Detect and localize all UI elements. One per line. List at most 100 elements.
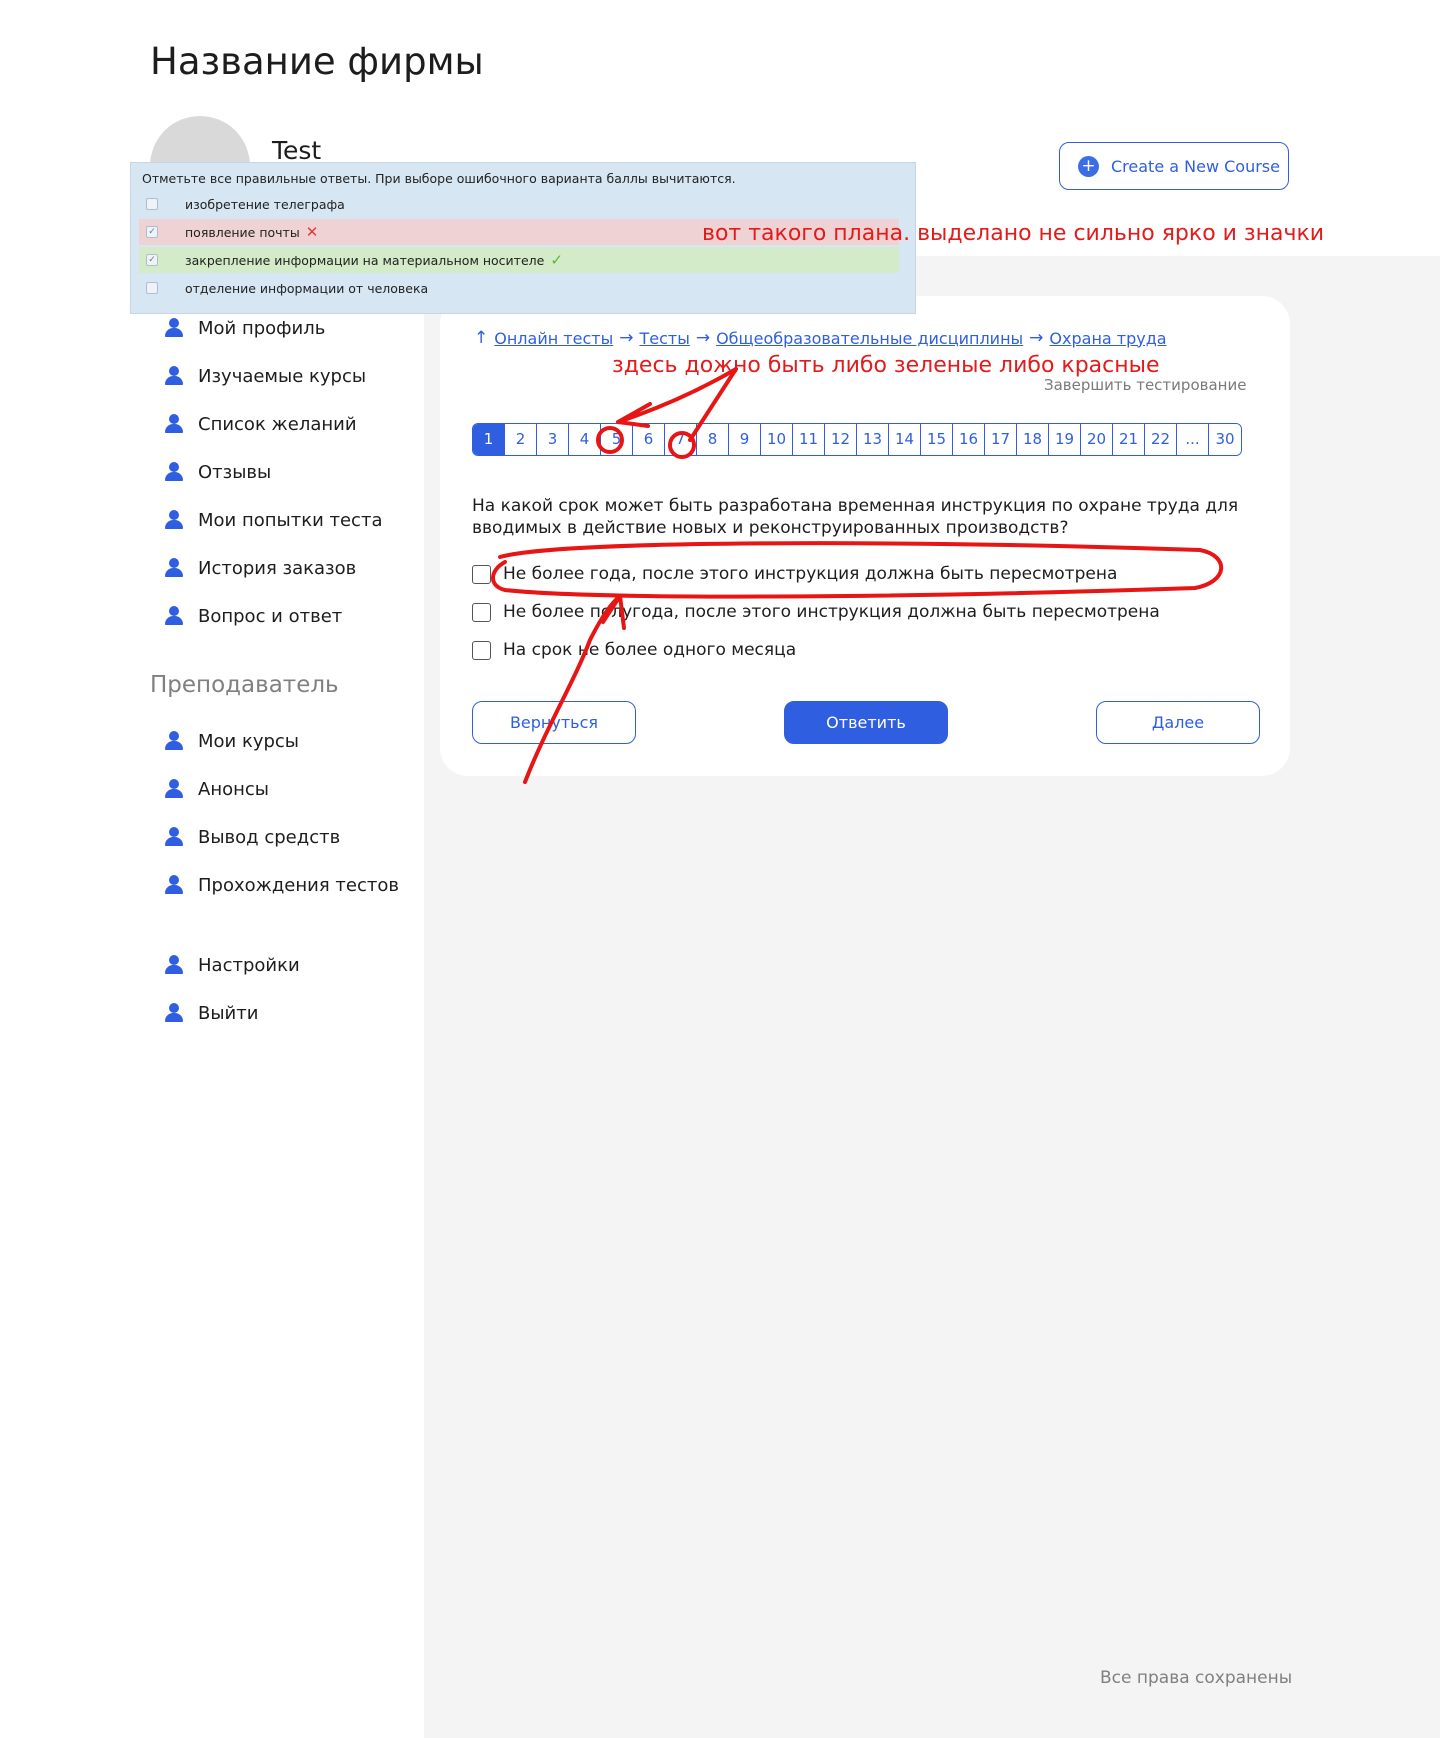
username: Test [272, 136, 322, 165]
sidebar-item-label: Вывод средств [198, 826, 341, 848]
sidebar-item-label: Мои попытки теста [198, 509, 383, 531]
next-button[interactable]: Далее [1096, 701, 1260, 744]
answer-option[interactable]: На срок не более одного месяца [472, 638, 796, 662]
overlay-hint: Отметьте все правильные ответы. При выбо… [142, 171, 736, 186]
page-button[interactable]: 17 [985, 424, 1017, 455]
sidebar-item-label: История заказов [198, 557, 357, 579]
answer-option[interactable]: Не более полугода, после этого инструкци… [472, 600, 1160, 624]
page-button[interactable]: 2 [505, 424, 537, 455]
footer-copyright: Все права сохранены [1100, 1668, 1293, 1688]
page-button[interactable]: 12 [825, 424, 857, 455]
page-button[interactable]: 5 [601, 424, 633, 455]
page-button[interactable]: 7 [665, 424, 697, 455]
user-icon [164, 462, 184, 482]
overlay-option-label: появление почты [185, 224, 300, 240]
breadcrumb: ↑ Онлайн тесты → Тесты → Общеобразовательные … [474, 328, 1167, 348]
breadcrumb-link[interactable]: Тесты [639, 329, 689, 348]
sidebar-item[interactable]: Список желаний [164, 412, 357, 436]
overlay-option-label: отделение информации от человека [185, 280, 429, 296]
page-button[interactable]: 22 [1145, 424, 1177, 455]
user-icon [164, 558, 184, 578]
sidebar-item-teacher[interactable]: Анонсы [164, 777, 269, 801]
page-button[interactable]: 11 [793, 424, 825, 455]
arrow-right-icon: → [695, 328, 711, 348]
user-icon [164, 875, 184, 895]
sidebar-item[interactable]: Отзывы [164, 460, 271, 484]
page-button[interactable]: 8 [697, 424, 729, 455]
arrow-right-icon: → [619, 328, 634, 348]
arrow-up-icon: ↑ [474, 328, 489, 348]
answer-checkbox[interactable] [472, 602, 491, 622]
finish-test-link[interactable]: Завершить тестирование [1044, 376, 1246, 394]
sidebar-item-label: Прохождения тестов [198, 874, 399, 896]
annotation-note-pager: здесь дожно быть либо зеленые либо красн… [612, 353, 1160, 378]
page-button[interactable]: 18 [1017, 424, 1049, 455]
user-icon [164, 1003, 184, 1023]
page-button[interactable]: 6 [633, 424, 665, 455]
sidebar-item[interactable]: Мой профиль [164, 316, 325, 340]
user-icon [164, 318, 184, 338]
overlay-option-label: изобретение телеграфа [185, 196, 345, 212]
arrow-right-icon: → [1029, 328, 1044, 348]
page-button[interactable]: 21 [1113, 424, 1145, 455]
sidebar-item[interactable]: История заказов [164, 556, 356, 580]
overlay-checkbox [146, 198, 158, 210]
sidebar-item-label: Отзывы [198, 461, 272, 483]
page-button[interactable]: 4 [569, 424, 601, 455]
page-button[interactable]: 14 [889, 424, 921, 455]
create-course-button[interactable]: + Create a New Course [1059, 142, 1289, 190]
breadcrumb-link[interactable]: Охрана труда [1049, 329, 1166, 348]
overlay-checkbox [146, 282, 158, 294]
page-button[interactable]: 1 [473, 424, 505, 455]
breadcrumb-link[interactable]: Онлайн тесты [494, 329, 613, 348]
answer-option[interactable]: Не более года, после этого инструкция до… [472, 562, 1117, 586]
sidebar-item[interactable]: Вопрос и ответ [164, 604, 342, 628]
sidebar-item-label: Анонсы [198, 778, 269, 800]
sidebar-item-account[interactable]: Выйти [164, 1001, 258, 1025]
page-button[interactable]: 20 [1081, 424, 1113, 455]
sidebar-item-label: Мой профиль [198, 317, 326, 339]
sidebar-item-teacher[interactable]: Мои курсы [164, 729, 299, 753]
answer-checkbox[interactable] [472, 640, 491, 660]
sidebar-item[interactable]: Мои попытки теста [164, 508, 382, 532]
sidebar-item-teacher[interactable]: Вывод средств [164, 825, 340, 849]
overlay-option: изобретение телеграфа [139, 191, 899, 217]
answer-button[interactable]: Ответить [784, 701, 948, 744]
user-icon [164, 731, 184, 751]
teacher-heading: Преподаватель [150, 672, 339, 698]
page-button[interactable]: 30 [1209, 424, 1241, 455]
overlay-option-label: закрепление информации на материальном н… [185, 252, 545, 268]
sidebar-item-label: Изучаемые курсы [198, 365, 367, 387]
back-button[interactable]: Вернуться [472, 701, 636, 744]
page-button[interactable]: 9 [729, 424, 761, 455]
overlay-option: ✓ закрепление информации на материальном … [139, 247, 899, 273]
page-button[interactable]: 3 [537, 424, 569, 455]
answer-label: На срок не более одного месяца [503, 640, 797, 660]
sidebar-item[interactable]: Изучаемые курсы [164, 364, 366, 388]
company-name: Название фирмы [150, 40, 484, 83]
sidebar-item-label: Выйти [198, 1002, 259, 1024]
user-icon [164, 827, 184, 847]
user-icon [164, 955, 184, 975]
user-icon [164, 510, 184, 530]
sidebar-item-label: Мои курсы [198, 730, 300, 752]
answer-label: Не более полугода, после этого инструкци… [503, 602, 1160, 622]
user-icon [164, 606, 184, 626]
answer-label: Не более года, после этого инструкция до… [503, 564, 1118, 584]
page-button[interactable]: 13 [857, 424, 889, 455]
answer-checkbox[interactable] [472, 564, 491, 584]
page-button[interactable]: ... [1177, 424, 1209, 455]
sidebar-item-account[interactable]: Настройки [164, 953, 300, 977]
sidebar-item-label: Список желаний [198, 413, 357, 435]
page-button[interactable]: 15 [921, 424, 953, 455]
page-button[interactable]: 16 [953, 424, 985, 455]
correct-icon: ✓ [550, 251, 563, 269]
wrong-icon: ✕ [305, 223, 319, 241]
page-button[interactable]: 10 [761, 424, 793, 455]
sidebar-item-label: Вопрос и ответ [198, 605, 343, 627]
sidebar-item-teacher[interactable]: Прохождения тестов [164, 873, 399, 897]
user-icon [164, 414, 184, 434]
breadcrumb-link[interactable]: Общеобразовательные дисциплины [716, 329, 1023, 348]
create-course-label: Create a New Course [1111, 156, 1280, 176]
page-button[interactable]: 19 [1049, 424, 1081, 455]
